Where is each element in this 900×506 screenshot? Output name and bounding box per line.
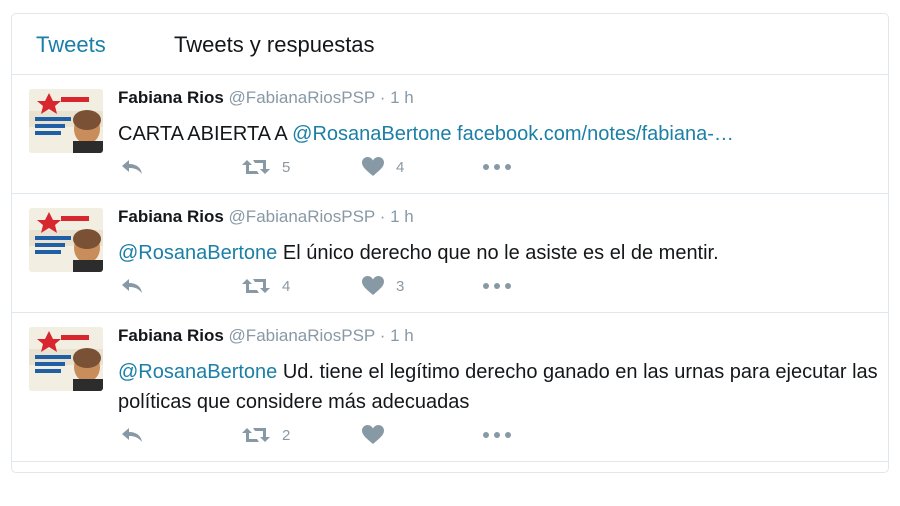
url-link[interactable]: facebook.com/notes/fabiana-… xyxy=(457,123,734,145)
author-handle[interactable]: @FabianaRiosPSP xyxy=(229,326,375,345)
more-button[interactable] xyxy=(482,155,512,179)
like-button[interactable] xyxy=(362,423,396,447)
tab-tweets[interactable]: Tweets xyxy=(36,32,106,58)
more-icon xyxy=(483,432,511,438)
like-button[interactable]: 4 xyxy=(362,155,404,179)
avatar-image xyxy=(29,89,103,153)
heart-icon xyxy=(362,425,384,444)
mention-link[interactable]: @RosanaBertone xyxy=(118,361,277,383)
like-count: 3 xyxy=(396,277,405,295)
reply-button[interactable] xyxy=(120,423,144,447)
author-handle[interactable]: @FabianaRiosPSP xyxy=(229,88,375,107)
tweet-header: Fabiana Rios @FabianaRiosPSP · 1 h xyxy=(118,207,414,227)
next-tweet-edge xyxy=(12,462,888,472)
tweet-item[interactable]: Fabiana Rios @FabianaRiosPSP · 1 h @Rosa… xyxy=(12,313,888,462)
tweet-header: Fabiana Rios @FabianaRiosPSP · 1 h xyxy=(118,326,414,346)
separator-dot: · xyxy=(379,326,386,345)
separator-dot: · xyxy=(379,207,386,226)
avatar[interactable] xyxy=(29,208,103,272)
reply-button[interactable] xyxy=(120,274,144,298)
heart-icon xyxy=(362,157,384,176)
tweet-item[interactable]: Fabiana Rios @FabianaRiosPSP · 1 h CARTA… xyxy=(12,75,888,194)
more-icon xyxy=(483,164,511,170)
profile-timeline: Tweets Tweets y respuestas Fabiana Rios … xyxy=(11,13,889,473)
retweet-icon xyxy=(242,428,270,442)
more-button[interactable] xyxy=(482,423,512,447)
author-handle[interactable]: @FabianaRiosPSP xyxy=(229,207,375,226)
tweet-actions: 2 xyxy=(120,423,540,447)
tweet-actions: 5 4 xyxy=(120,155,540,179)
retweet-button[interactable]: 5 xyxy=(242,155,290,179)
retweet-count: 4 xyxy=(282,277,291,295)
tab-tweets-and-replies[interactable]: Tweets y respuestas xyxy=(174,32,375,58)
tweet-item[interactable]: Fabiana Rios @FabianaRiosPSP · 1 h @Rosa… xyxy=(12,194,888,313)
avatar[interactable] xyxy=(29,89,103,153)
retweet-icon xyxy=(242,279,270,293)
tweet-actions: 4 3 xyxy=(120,274,540,298)
reply-icon xyxy=(122,160,142,174)
author-name[interactable]: Fabiana Rios xyxy=(118,88,224,107)
mention-link[interactable]: @RosanaBertone xyxy=(118,242,277,264)
tweet-text-suffix: El único derecho que no le asiste es el … xyxy=(277,242,719,264)
retweet-icon xyxy=(242,160,270,174)
retweet-count: 2 xyxy=(282,426,291,444)
tweet-text: CARTA ABIERTA A @RosanaBertone facebook.… xyxy=(118,119,878,149)
more-icon xyxy=(483,283,511,289)
heart-icon xyxy=(362,276,384,295)
tweet-text: @RosanaBertone Ud. tiene el legítimo der… xyxy=(118,357,878,417)
retweet-button[interactable]: 2 xyxy=(242,423,290,447)
tweet-time[interactable]: 1 h xyxy=(390,88,414,107)
avatar-image xyxy=(29,208,103,272)
tweet-text: @RosanaBertone El único derecho que no l… xyxy=(118,238,878,268)
tweet-header: Fabiana Rios @FabianaRiosPSP · 1 h xyxy=(118,88,414,108)
timeline-tabs: Tweets Tweets y respuestas xyxy=(12,14,888,75)
tweet-time[interactable]: 1 h xyxy=(390,207,414,226)
like-button[interactable]: 3 xyxy=(362,274,404,298)
separator-dot: · xyxy=(379,88,386,107)
mention-link[interactable]: @RosanaBertone xyxy=(292,123,451,145)
author-name[interactable]: Fabiana Rios xyxy=(118,207,224,226)
retweet-button[interactable]: 4 xyxy=(242,274,290,298)
avatar-image xyxy=(29,327,103,391)
like-count: 4 xyxy=(396,158,405,176)
author-name[interactable]: Fabiana Rios xyxy=(118,326,224,345)
retweet-count: 5 xyxy=(282,158,291,176)
reply-button[interactable] xyxy=(120,155,144,179)
more-button[interactable] xyxy=(482,274,512,298)
reply-icon xyxy=(122,279,142,293)
tweet-time[interactable]: 1 h xyxy=(390,326,414,345)
tweet-text-prefix: CARTA ABIERTA A xyxy=(118,123,293,145)
reply-icon xyxy=(122,428,142,442)
avatar[interactable] xyxy=(29,327,103,391)
